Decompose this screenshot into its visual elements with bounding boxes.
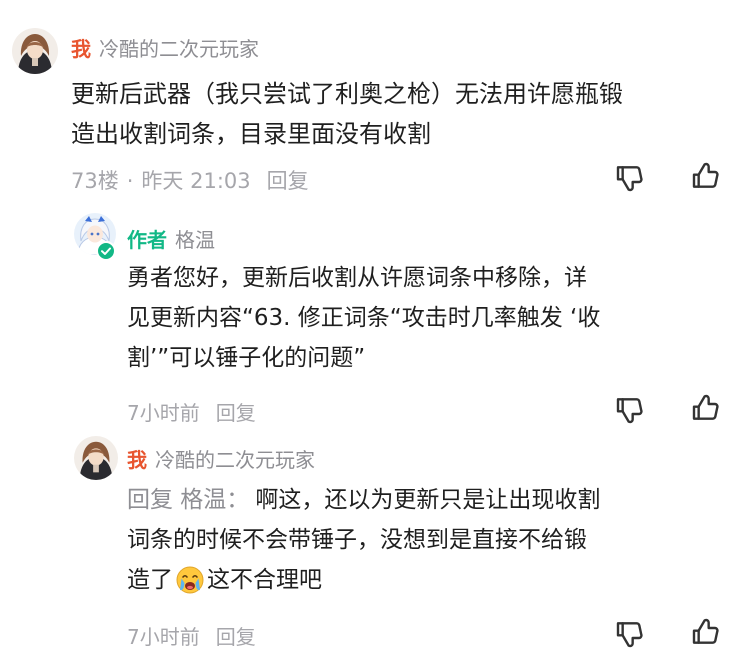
dislike-button[interactable] bbox=[612, 616, 648, 652]
reply-button[interactable]: 回复 bbox=[267, 165, 309, 195]
verified-icon bbox=[96, 241, 116, 261]
timestamp: 7小时前 bbox=[127, 625, 200, 649]
reply-line: 见更新内容“63. 修正词条“攻击时几率触发 ‘收 bbox=[127, 305, 601, 331]
user-avatar[interactable] bbox=[74, 436, 118, 480]
author-badge: 作者 bbox=[127, 228, 167, 252]
floor-number: 73楼 bbox=[71, 169, 119, 193]
comment-body: 更新后武器（我只尝试了利奥之枪）无法用许愿瓶锻 造出收割词条，目录里面没有收割 bbox=[71, 74, 623, 154]
reply-line: 啊这，还以为更新只是让出现收割 bbox=[255, 487, 601, 513]
reply-line-suffix: 这不合理吧 bbox=[207, 567, 322, 593]
self-badge: 我 bbox=[71, 37, 91, 61]
user-avatar[interactable] bbox=[12, 28, 58, 74]
dislike-button[interactable] bbox=[612, 160, 648, 196]
reply-button[interactable]: 回复 bbox=[216, 397, 256, 426]
thumbs-down-icon bbox=[616, 622, 643, 648]
timestamp: 昨天 21:03 bbox=[141, 169, 251, 193]
reply-to-prefix[interactable]: 回复 格温： bbox=[127, 487, 249, 513]
reply-line: 词条的时候不会带锤子，没想到是直接不给锻 bbox=[127, 527, 587, 553]
username[interactable]: 格温 bbox=[175, 224, 215, 253]
thumbs-up-icon bbox=[692, 394, 719, 420]
reply-line: 勇者您好，更新后收割从许愿词条中移除，详 bbox=[127, 265, 587, 291]
username[interactable]: 冷酷的二次元玩家 bbox=[155, 444, 315, 473]
like-button[interactable] bbox=[688, 614, 724, 650]
timestamp: 7小时前 bbox=[127, 401, 200, 425]
dislike-button[interactable] bbox=[612, 392, 648, 428]
thumbs-down-icon bbox=[616, 166, 643, 192]
comment-line: 更新后武器（我只尝试了利奥之枪）无法用许愿瓶锻 bbox=[71, 80, 623, 108]
reply-button[interactable]: 回复 bbox=[216, 621, 256, 650]
like-button[interactable] bbox=[688, 390, 724, 426]
username[interactable]: 冷酷的二次元玩家 bbox=[99, 33, 259, 62]
thumbs-down-icon bbox=[616, 398, 643, 424]
crying-face-emoji-icon bbox=[175, 565, 205, 595]
reply-line: 割’”可以锤子化的问题” bbox=[127, 345, 366, 371]
reply-body: 勇者您好，更新后收割从许愿词条中移除，详 见更新内容“63. 修正词条“攻击时几… bbox=[127, 258, 600, 378]
like-button[interactable] bbox=[688, 158, 724, 194]
meta-separator: · bbox=[126, 169, 134, 193]
self-badge: 我 bbox=[127, 448, 147, 472]
comment-line: 造出收割词条，目录里面没有收割 bbox=[71, 120, 431, 148]
thumbs-up-icon bbox=[692, 162, 719, 188]
reply-line: 造了 bbox=[127, 567, 173, 593]
thumbs-up-icon bbox=[692, 618, 719, 644]
reply-body: 回复 格温： 啊这，还以为更新只是让出现收割 词条的时候不会带锤子，没想到是直接不… bbox=[127, 480, 600, 600]
